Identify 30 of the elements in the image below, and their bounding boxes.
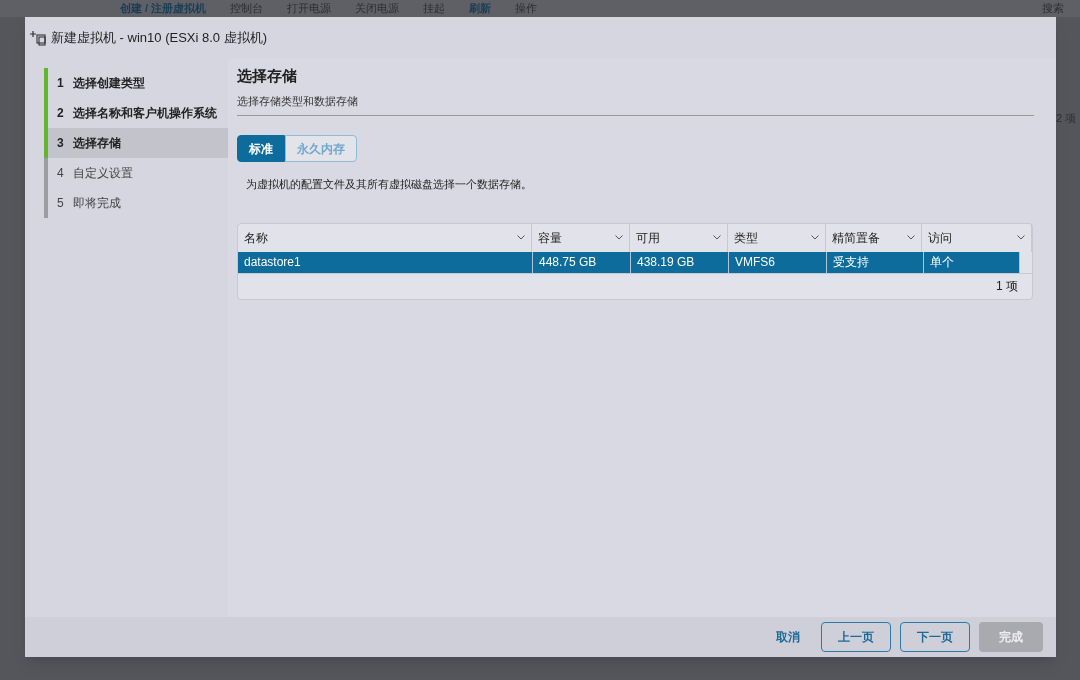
page-heading: 选择存储 <box>237 66 298 86</box>
next-button[interactable]: 下一页 <box>900 622 970 652</box>
column-header[interactable]: 名称 <box>238 223 533 252</box>
table-row[interactable]: datastore1 448.75 GB 438.19 GB VMFS6 受支持 单个 <box>238 251 1020 273</box>
column-header[interactable]: 访问 <box>922 223 1032 252</box>
page-subheading: 选择存储类型和数据存储 <box>237 92 1034 116</box>
table-cell: 单个 <box>924 251 1020 273</box>
table-cell: 448.75 GB <box>533 251 631 273</box>
column-header[interactable]: 类型 <box>727 223 826 252</box>
column-header[interactable]: 精简置备 <box>825 223 923 252</box>
description-text: 为虚拟机的配置文件及其所有虚拟磁盘选择一个数据存储。 <box>246 177 533 192</box>
chevron-down-icon <box>712 235 721 240</box>
add-vm-icon <box>29 30 47 46</box>
table-cell: 438.19 GB <box>631 251 729 273</box>
back-button[interactable]: 上一页 <box>821 622 891 652</box>
storage-type-tab[interactable]: 标准 <box>237 135 285 162</box>
chevron-down-icon <box>907 235 916 240</box>
chevron-down-icon <box>810 235 819 240</box>
table-cell: VMFS6 <box>729 251 827 273</box>
chevron-down-icon <box>1017 235 1025 240</box>
wizard-step[interactable]: 3 选择存储 <box>44 128 228 158</box>
table-cell: 受支持 <box>827 251 924 273</box>
column-header[interactable]: 容量 <box>532 223 630 252</box>
window-title: 新建虚拟机 - win10 (ESXi 8.0 虚拟机) <box>51 29 267 48</box>
chevron-down-icon <box>517 235 526 240</box>
cancel-button[interactable]: 取消 <box>764 622 812 652</box>
column-header[interactable]: 可用 <box>630 223 728 252</box>
chevron-down-icon <box>615 235 623 240</box>
row-count: 1 项 <box>996 278 1018 295</box>
table-cell: datastore1 <box>238 251 533 273</box>
